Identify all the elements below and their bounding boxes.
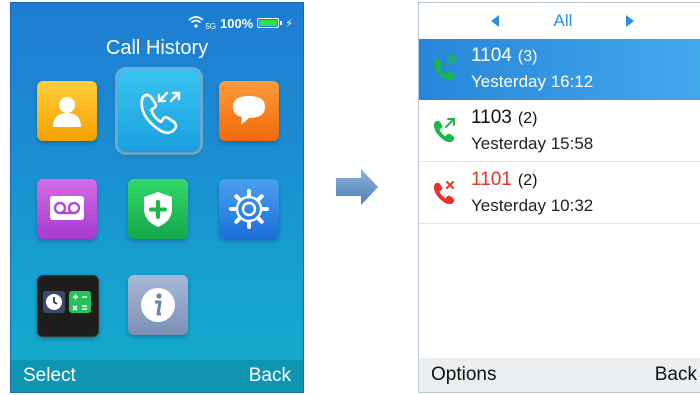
contacts-icon [53,97,81,127]
call-number: 1103 [471,107,512,128]
call-time: Yesterday 10:32 [471,196,594,215]
call-count: (3) [517,48,538,65]
outgoing-call-icon [433,118,455,142]
network-type-label: 5G [205,21,217,31]
caller-number: 1103 (2) [471,107,537,129]
messages-icon [233,96,265,125]
app-messages[interactable] [219,81,279,141]
options-softkey[interactable]: Options [431,364,496,386]
missed-call-icon [433,181,455,204]
current-filter-tab[interactable]: All [554,11,573,31]
caller-number: 1101 (2) [471,169,537,191]
call-history-screen: All 1104 (3) Yesterday 16:12 1103 (2) Yest… [418,2,700,393]
main-menu-screen: 5G 100% ⚡ Call History Select Back [10,2,304,393]
select-softkey[interactable]: Select [23,365,76,387]
call-history-row[interactable]: 1104 (3) Yesterday 16:12 [419,39,700,100]
softkey-bar: Select Back [11,360,303,392]
filter-tabs: All [419,3,700,39]
status-bar: 5G 100% ⚡ [188,13,293,33]
back-softkey[interactable]: Back [655,364,697,386]
info-icon [141,288,175,322]
previous-tab-arrow-icon[interactable] [491,15,499,27]
app-call-history[interactable] [118,70,200,152]
transition-arrow-icon [336,169,378,205]
outgoing-call-icon [433,56,455,80]
app-security[interactable] [128,179,188,239]
call-history-row[interactable]: 1101 (2) Yesterday 10:32 [419,163,700,224]
app-voicemail[interactable] [37,179,97,239]
charging-bolt-icon: ⚡ [285,17,293,30]
app-contacts[interactable] [37,81,97,141]
caller-number: 1104 (3) [471,45,537,67]
battery-percent: 100% [220,15,254,31]
shield-icon [144,192,172,227]
call-time: Yesterday 16:12 [471,72,594,91]
back-softkey[interactable]: Back [249,365,291,387]
battery-fill [259,20,278,26]
page-title: Call History [105,37,209,59]
call-number: 1104 [471,45,512,66]
call-time: Yesterday 15:58 [471,134,594,153]
next-tab-arrow-icon[interactable] [626,15,634,27]
app-tools[interactable] [37,275,99,337]
call-number: 1101 [471,169,512,190]
call-history-icon [140,91,181,135]
settings-gear-icon [229,189,269,229]
call-history-row[interactable]: 1103 (2) Yesterday 15:58 [419,101,700,162]
voicemail-icon [50,196,84,220]
clock-calculator-icon [43,291,91,313]
wifi-signal-icon [188,15,204,31]
call-count: (2) [517,110,538,127]
call-count: (2) [517,172,538,189]
softkey-bar: Options Back [419,358,700,392]
app-info[interactable] [128,275,188,335]
battery-icon [257,18,283,28]
app-settings[interactable] [219,179,279,239]
